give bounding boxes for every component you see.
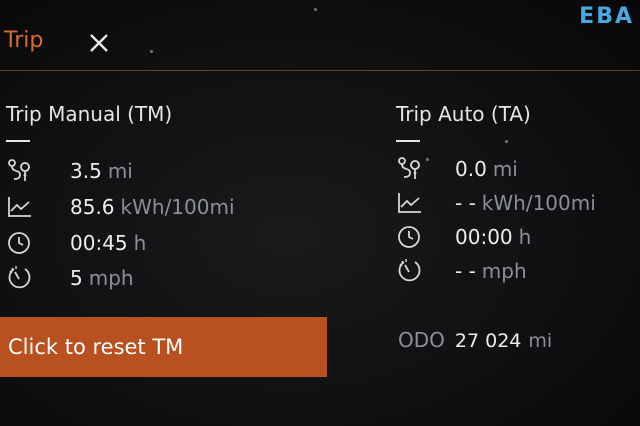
manual-speed-unit: mph [88, 266, 134, 290]
consumption-chart-icon [396, 189, 424, 217]
auto-speed-unit: mph [481, 259, 527, 283]
route-icon [6, 157, 34, 185]
page-title: Trip [4, 28, 44, 53]
header-divider [0, 70, 640, 71]
header-bar: Trip EBA [0, 0, 640, 72]
auto-duration-row: 00:00 h [396, 222, 531, 252]
auto-tab-indicator [396, 140, 420, 142]
manual-distance-unit: mi [107, 159, 133, 183]
manual-consumption-row: 85.6 kWh/100mi [6, 192, 235, 222]
manual-consumption-unit: kWh/100mi [120, 195, 235, 219]
odo-value: 27 024 [454, 330, 522, 352]
auto-consumption-row: - - kWh/100mi [396, 188, 596, 218]
manual-duration-unit: h [133, 231, 147, 255]
manual-duration-value: 00:45 [70, 231, 128, 255]
manual-consumption-value: 85.6 [70, 195, 115, 219]
manual-title: Trip Manual (TM) [6, 102, 173, 126]
odo-unit: mi [528, 330, 553, 352]
manual-distance-row: 3.5 mi [6, 156, 133, 186]
auto-distance-unit: mi [492, 157, 518, 181]
close-icon [90, 34, 108, 52]
brand-logo: EBA [579, 4, 634, 29]
speedometer-icon [6, 264, 34, 292]
auto-duration-value: 00:00 [455, 225, 513, 249]
manual-tab-indicator [6, 140, 30, 142]
consumption-chart-icon [6, 193, 34, 221]
odo-label: ODO [398, 328, 445, 352]
manual-speed-row: 5 mph [6, 263, 134, 293]
route-icon [396, 155, 424, 183]
auto-speed-row: - - mph [396, 256, 527, 286]
manual-speed-value: 5 [70, 266, 83, 290]
speedometer-icon [396, 257, 424, 285]
manual-duration-row: 00:45 h [6, 228, 146, 258]
odometer: ODO 27 024 mi [398, 328, 552, 352]
clock-icon [6, 229, 34, 257]
auto-duration-unit: h [518, 225, 532, 249]
reset-tm-button[interactable]: Click to reset TM [0, 317, 327, 377]
manual-distance-value: 3.5 [70, 159, 102, 183]
glare-speck [505, 140, 508, 143]
auto-title: Trip Auto (TA) [396, 102, 531, 126]
auto-speed-value: - - [455, 259, 476, 283]
clock-icon [396, 223, 424, 251]
auto-distance-value: 0.0 [455, 157, 487, 181]
auto-distance-row: 0.0 mi [396, 154, 518, 184]
trip-screen: Trip EBA Trip Manual (TM) 3.5 mi 85.6 kW… [0, 0, 640, 426]
close-button[interactable] [84, 28, 114, 58]
auto-consumption-value: - - [455, 191, 476, 215]
auto-consumption-unit: kWh/100mi [481, 191, 596, 215]
